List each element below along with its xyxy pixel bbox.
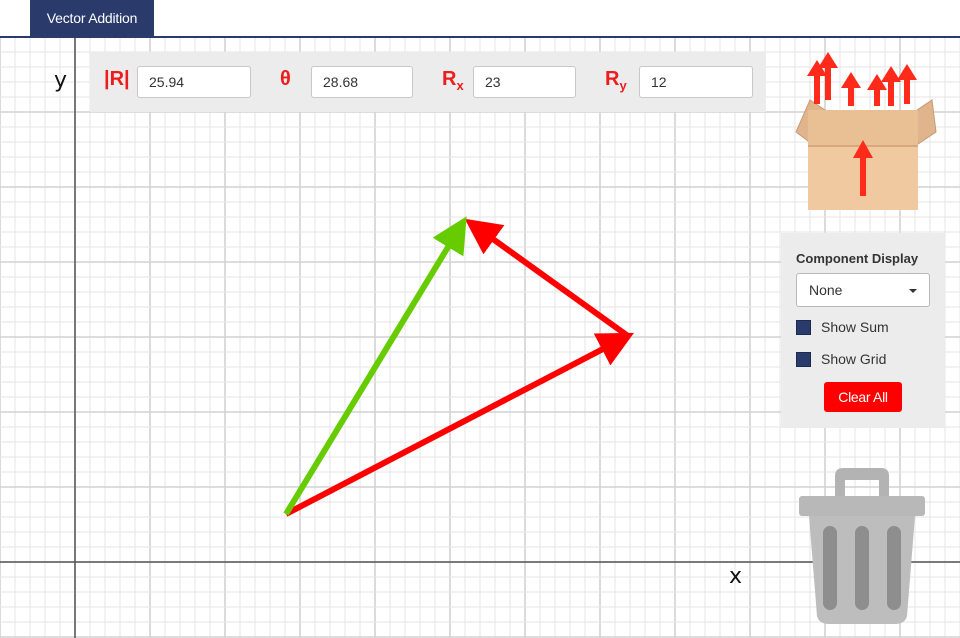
show-grid-label: Show Grid (821, 351, 887, 367)
show-sum-row[interactable]: Show Sum (796, 317, 889, 337)
magnitude-field[interactable]: 25.94 (137, 66, 251, 98)
rx-label: Rx (442, 68, 464, 93)
show-sum-label: Show Sum (821, 319, 889, 335)
ry-label: Ry (605, 68, 627, 93)
clear-all-button[interactable]: Clear All (824, 382, 902, 412)
y-axis-label: y (54, 68, 68, 93)
top-bar: Vector Addition (0, 0, 960, 38)
magnitude-label: |R| (104, 68, 130, 90)
resultant-values-panel: |R| 25.94 θ 28.68 Rx 23 Ry 12 (90, 52, 766, 112)
ry-field[interactable]: 12 (639, 66, 753, 98)
tab-vector-addition[interactable]: Vector Addition (30, 0, 154, 36)
trash-can-icon[interactable] (795, 466, 929, 626)
angle-field[interactable]: 28.68 (311, 66, 413, 98)
show-sum-checkbox[interactable] (796, 319, 811, 335)
component-display-value: None (809, 282, 843, 298)
component-display-title: Component Display (796, 251, 919, 266)
component-display-panel: Component Display None Show Sum Show Gri… (781, 233, 945, 428)
angle-label: θ (280, 68, 291, 90)
show-grid-checkbox[interactable] (796, 351, 811, 367)
rx-field[interactable]: 23 (473, 66, 576, 98)
x-axis-label: x (729, 564, 743, 589)
chevron-down-icon (909, 289, 917, 293)
component-display-select[interactable]: None (796, 273, 930, 307)
show-grid-row[interactable]: Show Grid (796, 349, 886, 369)
box-of-vectors-icon[interactable] (788, 52, 938, 212)
